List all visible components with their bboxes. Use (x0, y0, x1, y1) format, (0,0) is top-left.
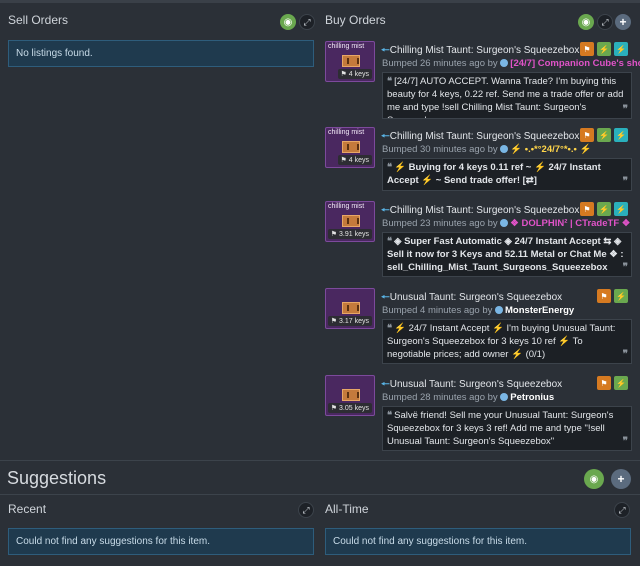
bumped-info: Bumped 4 minutes ago by MonsterEnergy (382, 305, 575, 316)
eye-icon[interactable]: ◉ (280, 14, 296, 30)
empty-text: Could not find any suggestions for this … (16, 536, 210, 547)
listing-comment: ❝ ◈ Super Fast Automatic ◈ 24/7 Instant A… (382, 232, 632, 277)
bumped-info: Bumped 28 minutes ago by Petronius (382, 392, 555, 403)
quote-icon: ❝ (387, 236, 393, 247)
thumbnail-name: chilling mist (328, 203, 365, 210)
listing-flags: ⚑ ⚡ (597, 376, 628, 390)
recent-title: Recent (8, 502, 47, 516)
squeezebox-icon (342, 141, 360, 153)
quote-icon: ❝ (387, 323, 393, 334)
lightning-icon[interactable]: ⚡ (597, 42, 611, 56)
price-tag: ⚑ 3.91 keys (327, 229, 372, 239)
thumbnail-name: chilling mist (328, 129, 365, 136)
expand-icon[interactable]: ⤢ (298, 502, 314, 518)
buy-listing: ⚑ 3.05 keys 🠔Unusual Taunt: Surgeon's Sq… (325, 375, 632, 451)
squeezebox-icon (342, 215, 360, 227)
arrow-left-icon: 🠔 (381, 205, 390, 216)
flag-icon[interactable]: ⚑ (597, 289, 611, 303)
section-divider (0, 460, 640, 461)
price-tag: ⚑ 4 keys (337, 155, 372, 165)
quote-icon: ❝ (387, 162, 393, 173)
expand-icon[interactable]: ⤢ (614, 502, 630, 518)
listing-comment: ❝ ⚡ 24/7 Instant Accept ⚡ I'm buying Unus… (382, 319, 632, 364)
squeezebox-icon (342, 302, 360, 314)
item-thumbnail[interactable]: ⚑ 3.17 keys (325, 288, 375, 329)
bumped-info: Bumped 30 minutes ago by ⚡ •.•*°24/7°*•.… (382, 144, 592, 155)
quote-icon: ❝ (387, 410, 393, 421)
squeezebox-icon (342, 55, 360, 67)
quote-icon: ❞ (622, 349, 628, 360)
buy-listing: chilling mist ⚑ 3.91 keys 🠔Chilling Mist… (325, 201, 632, 277)
user-status-dot (500, 393, 509, 401)
bumped-info: Bumped 23 minutes ago by ❖ DOLPHIN² | CT… (382, 218, 631, 229)
eye-icon[interactable]: ◉ (578, 14, 594, 30)
arrow-left-icon: 🠔 (381, 131, 390, 142)
top-divider (0, 0, 640, 3)
listing-comment: ❝ Salvë friend! Sell me your Unusual Taun… (382, 406, 632, 451)
listing-flags: ⚑ ⚡ ⚡ (580, 128, 628, 142)
buy-orders-title: Buy Orders (325, 13, 386, 27)
squeezebox-icon (342, 389, 360, 401)
flag-icon[interactable]: ⚑ (580, 202, 594, 216)
lightning-icon[interactable]: ⚡ (614, 289, 628, 303)
quote-icon: ❞ (622, 104, 628, 115)
user-status-dot (500, 219, 509, 227)
arrow-left-icon: 🠔 (381, 379, 390, 390)
username-link[interactable]: [24/7] Companion Cube's shop (510, 58, 640, 69)
item-thumbnail[interactable]: chilling mist ⚑ 4 keys (325, 127, 375, 168)
username-link[interactable]: MonsterEnergy (505, 305, 574, 316)
listing-flags: ⚑ ⚡ (597, 289, 628, 303)
username-link[interactable]: ⚡ •.•*°24/7°*•.• ⚡ (510, 144, 591, 155)
user-status-dot (500, 59, 509, 67)
eye-icon[interactable]: ◉ (584, 469, 604, 489)
listing-flags: ⚑ ⚡ ⚡ (580, 42, 628, 56)
bumped-info: Bumped 26 minutes ago by [24/7] Companio… (382, 58, 640, 69)
section-divider (0, 494, 640, 495)
user-status-dot (495, 306, 504, 314)
all-time-empty-notice: Could not find any suggestions for this … (325, 528, 631, 555)
item-thumbnail[interactable]: chilling mist ⚑ 3.91 keys (325, 201, 375, 242)
quote-icon: ❝ (387, 76, 393, 87)
item-thumbnail[interactable]: ⚑ 3.05 keys (325, 375, 375, 416)
arrow-left-icon: 🠔 (381, 45, 390, 56)
listing-flags: ⚑ ⚡ ⚡ (580, 202, 628, 216)
lightning-icon[interactable]: ⚡ (597, 128, 611, 142)
listing-comment: ❝ ⚡ Buying for 4 keys 0.11 ref ~ ⚡ 24/7 I… (382, 158, 632, 191)
recent-empty-notice: Could not find any suggestions for this … (8, 528, 314, 555)
suggestions-title: Suggestions (7, 468, 107, 488)
sell-orders-title: Sell Orders (8, 13, 69, 27)
plus-icon[interactable]: + (611, 469, 631, 489)
lightning-icon[interactable]: ⚡ (614, 202, 628, 216)
plus-icon[interactable]: + (615, 14, 631, 30)
empty-text: No listings found. (16, 48, 93, 59)
lightning-icon[interactable]: ⚡ (614, 42, 628, 56)
user-status-dot (500, 145, 509, 153)
sell-orders-empty-notice: No listings found. (8, 40, 314, 67)
username-link[interactable]: ❖ DOLPHIN² | CTradeTF ❖ (510, 218, 630, 229)
flag-icon[interactable]: ⚑ (580, 128, 594, 142)
quote-icon: ❞ (622, 176, 628, 187)
thumbnail-name: chilling mist (328, 43, 365, 50)
lightning-icon[interactable]: ⚡ (597, 202, 611, 216)
flag-icon[interactable]: ⚑ (580, 42, 594, 56)
expand-icon[interactable]: ⤢ (597, 14, 613, 30)
buy-listing: chilling mist ⚑ 4 keys 🠔Chilling Mist Ta… (325, 127, 632, 191)
buy-listing: ⚑ 3.17 keys 🠔Unusual Taunt: Surgeon's Sq… (325, 288, 632, 364)
arrow-left-icon: 🠔 (381, 292, 390, 303)
listing-comment: ❝ [24/7] AUTO ACCEPT. Wanna Trade? I'm bu… (382, 72, 632, 119)
lightning-icon[interactable]: ⚡ (614, 376, 628, 390)
all-time-title: All-Time (325, 502, 369, 516)
buy-listing: chilling mist ⚑ 4 keys 🠔Chilling Mist Ta… (325, 41, 640, 119)
lightning-icon[interactable]: ⚡ (614, 128, 628, 142)
item-thumbnail[interactable]: chilling mist ⚑ 4 keys (325, 41, 375, 82)
price-tag: ⚑ 3.17 keys (327, 316, 372, 326)
empty-text: Could not find any suggestions for this … (333, 536, 527, 547)
quote-icon: ❞ (622, 262, 628, 273)
price-tag: ⚑ 3.05 keys (327, 403, 372, 413)
quote-icon: ❞ (622, 436, 628, 447)
price-tag: ⚑ 4 keys (337, 69, 372, 79)
flag-icon[interactable]: ⚑ (597, 376, 611, 390)
expand-icon[interactable]: ⤢ (299, 14, 315, 30)
username-link[interactable]: Petronius (510, 392, 554, 403)
